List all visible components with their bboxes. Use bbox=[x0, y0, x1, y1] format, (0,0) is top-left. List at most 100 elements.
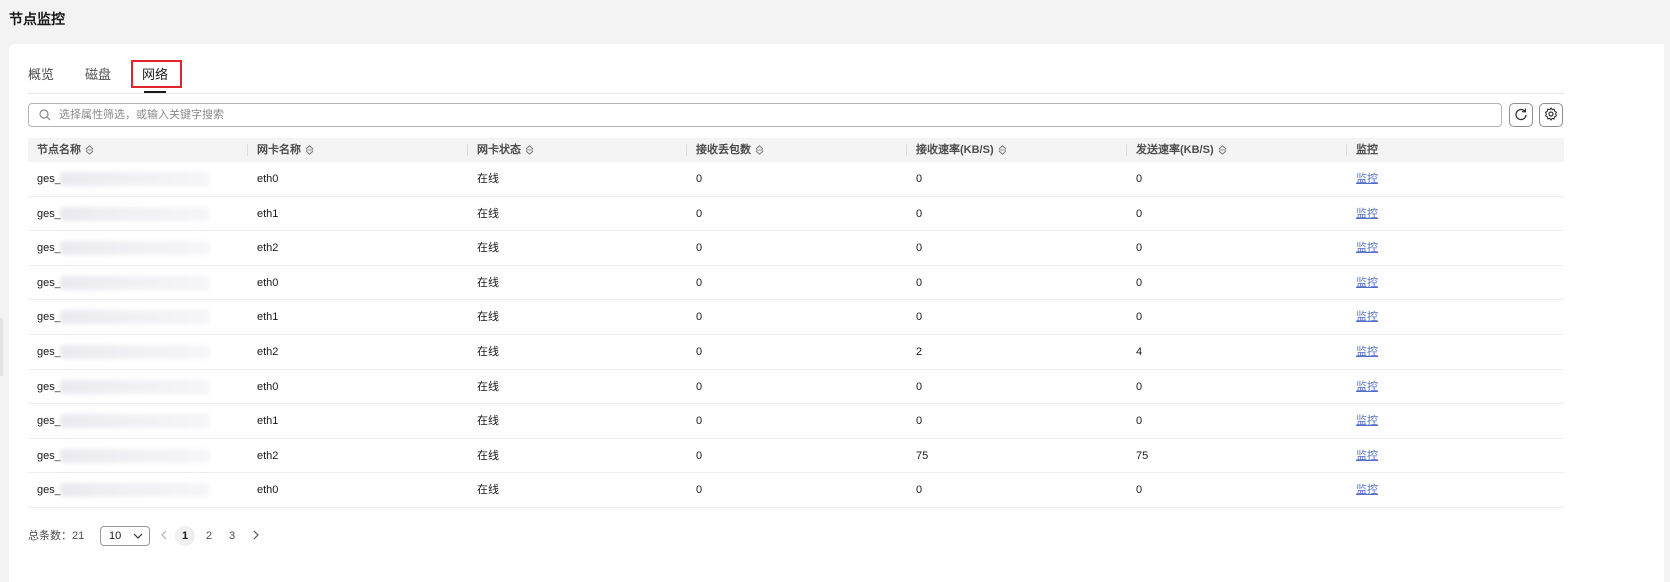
cell-nic-status: 在线 bbox=[477, 173, 499, 185]
cell-rx-dropped: 0 bbox=[696, 173, 703, 185]
cell-nic-name: eth1 bbox=[257, 415, 279, 428]
table-row: ges_ eth2 在线 0 75 75 监控 bbox=[28, 439, 1564, 474]
column-header-tx-rate[interactable]: 发送速率(KB/S) bbox=[1136, 138, 1227, 162]
cell-rx-rate: 0 bbox=[916, 311, 923, 324]
redacted-node-name bbox=[60, 379, 210, 394]
table-row: ges_ eth0 在线 0 0 0 监控 bbox=[28, 473, 1564, 508]
search-input[interactable] bbox=[59, 105, 1501, 125]
monitor-link[interactable]: 监控 bbox=[1356, 335, 1378, 369]
sort-icon[interactable] bbox=[1218, 145, 1227, 155]
column-header-label: 监控 bbox=[1356, 144, 1378, 156]
cell-rx-rate: 0 bbox=[916, 242, 923, 255]
cell-node-name: ges_ bbox=[37, 242, 61, 255]
cell-rx-dropped: 0 bbox=[696, 415, 703, 428]
table-row: ges_ eth0 在线 0 0 0 监控 bbox=[28, 162, 1564, 197]
monitor-link[interactable]: 监控 bbox=[1356, 266, 1378, 300]
monitor-link[interactable]: 监控 bbox=[1356, 370, 1378, 404]
cell-nic-name: eth0 bbox=[257, 380, 279, 393]
settings-button[interactable] bbox=[1539, 103, 1563, 127]
cell-node-name: ges_ bbox=[37, 345, 61, 358]
redacted-node-name bbox=[60, 172, 210, 186]
monitor-link[interactable]: 监控 bbox=[1356, 439, 1378, 473]
page-number[interactable]: 2 bbox=[199, 526, 219, 546]
tab-overview[interactable]: 概览 bbox=[28, 58, 54, 92]
page-number[interactable]: 1 bbox=[175, 526, 195, 546]
monitor-link[interactable]: 监控 bbox=[1356, 473, 1378, 507]
cell-rx-dropped: 0 bbox=[696, 345, 703, 358]
cell-nic-status: 在线 bbox=[477, 242, 499, 255]
cell-node-name: ges_ bbox=[37, 380, 61, 393]
redacted-node-name bbox=[60, 310, 210, 325]
cell-nic-name: eth2 bbox=[257, 449, 279, 462]
sort-icon[interactable] bbox=[525, 145, 534, 155]
table-row: ges_ eth0 在线 0 0 0 监控 bbox=[28, 266, 1564, 301]
column-header-nic-status[interactable]: 网卡状态 bbox=[477, 138, 534, 162]
tab-bar: 概览 磁盘 网络 bbox=[28, 58, 1564, 94]
cell-tx-rate: 0 bbox=[1136, 484, 1143, 497]
cell-node-name: ges_ bbox=[37, 207, 61, 220]
table-row: ges_ eth0 在线 0 0 0 监控 bbox=[28, 370, 1564, 405]
sort-icon[interactable] bbox=[755, 145, 764, 155]
page-size-value: 10 bbox=[109, 530, 122, 542]
column-divider bbox=[906, 144, 907, 156]
column-header-label: 网卡状态 bbox=[477, 144, 521, 156]
column-header-rx-rate[interactable]: 接收速率(KB/S) bbox=[916, 138, 1007, 162]
column-header-label: 发送速率(KB/S) bbox=[1136, 144, 1214, 156]
cell-rx-rate: 0 bbox=[916, 276, 923, 289]
cell-nic-status: 在线 bbox=[477, 449, 499, 462]
cell-tx-rate: 0 bbox=[1136, 242, 1143, 255]
table-header: 节点名称 网卡名称 网卡状态 接收丢包数 接收速率(KB/S) 发送速率(KB/… bbox=[28, 138, 1564, 162]
table-row: ges_ eth2 在线 0 0 0 监控 bbox=[28, 231, 1564, 266]
monitor-link[interactable]: 监控 bbox=[1356, 404, 1378, 438]
cell-nic-status: 在线 bbox=[477, 207, 499, 220]
prev-page-button[interactable] bbox=[158, 526, 170, 546]
table-row: ges_ eth2 在线 0 2 4 监控 bbox=[28, 335, 1564, 370]
refresh-button[interactable] bbox=[1509, 103, 1533, 127]
sort-icon[interactable] bbox=[998, 145, 1007, 155]
monitor-link[interactable]: 监控 bbox=[1356, 197, 1378, 231]
tab-disk[interactable]: 磁盘 bbox=[85, 58, 111, 92]
tab-network-label: 网络 bbox=[142, 67, 169, 82]
table-row: ges_ eth1 在线 0 0 0 监控 bbox=[28, 300, 1564, 335]
cell-tx-rate: 75 bbox=[1136, 449, 1149, 462]
column-divider bbox=[1346, 144, 1347, 156]
sort-icon[interactable] bbox=[85, 145, 94, 155]
cell-nic-status: 在线 bbox=[477, 311, 499, 324]
cell-node-name: ges_ bbox=[37, 484, 61, 497]
page-title: 节点监控 bbox=[9, 11, 65, 27]
column-header-node-name[interactable]: 节点名称 bbox=[37, 138, 94, 162]
redacted-node-name bbox=[60, 275, 210, 290]
column-divider bbox=[686, 144, 687, 156]
column-header-label: 接收丢包数 bbox=[696, 144, 751, 156]
chevron-right-icon bbox=[253, 530, 259, 543]
cell-rx-dropped: 0 bbox=[696, 484, 703, 497]
active-tab-underline bbox=[144, 91, 167, 93]
cell-nic-status: 在线 bbox=[477, 345, 499, 358]
redacted-node-name bbox=[60, 483, 210, 498]
cell-nic-status: 在线 bbox=[477, 484, 499, 497]
cell-rx-rate: 0 bbox=[916, 380, 923, 393]
cell-nic-name: eth1 bbox=[257, 207, 279, 220]
next-page-button[interactable] bbox=[250, 526, 262, 546]
cell-rx-rate: 0 bbox=[916, 415, 923, 428]
main-card: 概览 磁盘 网络 节点名称 网卡名称 网卡状态 接收丢包数 bbox=[9, 44, 1664, 582]
column-header-rx-dropped[interactable]: 接收丢包数 bbox=[696, 138, 764, 162]
monitor-link[interactable]: 监控 bbox=[1356, 162, 1378, 196]
column-header-nic-name[interactable]: 网卡名称 bbox=[257, 138, 314, 162]
page-size-select[interactable]: 10 bbox=[100, 526, 150, 546]
page-number[interactable]: 3 bbox=[222, 526, 242, 546]
tab-network[interactable]: 网络 bbox=[142, 58, 169, 93]
redacted-node-name bbox=[60, 414, 210, 429]
cell-tx-rate: 0 bbox=[1136, 207, 1143, 220]
monitor-link[interactable]: 监控 bbox=[1356, 231, 1378, 265]
side-collapse-handle[interactable] bbox=[0, 318, 3, 376]
cell-node-name: ges_ bbox=[37, 449, 61, 462]
column-divider bbox=[467, 144, 468, 156]
table-row: ges_ eth1 在线 0 0 0 监控 bbox=[28, 404, 1564, 439]
cell-nic-name: eth2 bbox=[257, 242, 279, 255]
cell-node-name: ges_ bbox=[37, 173, 61, 185]
search-bar[interactable] bbox=[28, 103, 1502, 127]
sort-icon[interactable] bbox=[305, 145, 314, 155]
search-icon bbox=[39, 108, 53, 122]
monitor-link[interactable]: 监控 bbox=[1356, 300, 1378, 334]
